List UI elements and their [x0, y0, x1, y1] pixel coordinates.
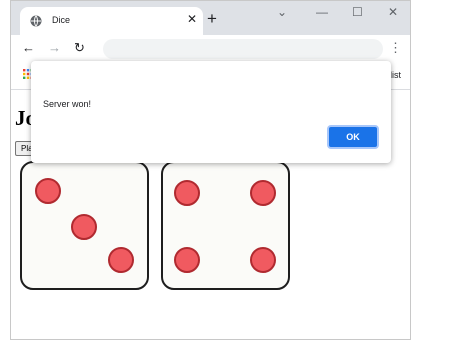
window-close-icon[interactable]: ✕ — [388, 5, 398, 19]
die-pip — [250, 247, 276, 273]
minimize-icon[interactable]: — — [316, 5, 328, 19]
tab-strip: Dice ✕ + ⌄ — ☐ ✕ — [11, 1, 410, 35]
back-icon[interactable]: ← — [22, 40, 35, 56]
chevron-down-icon[interactable]: ⌄ — [277, 5, 287, 19]
die-pip — [174, 180, 200, 206]
reload-icon[interactable]: ↻ — [74, 40, 85, 56]
ok-button[interactable]: OK — [327, 125, 379, 149]
die-pip — [250, 180, 276, 206]
alert-dialog: Server won! OK — [31, 61, 391, 163]
die-pip — [71, 214, 97, 240]
plus-icon[interactable]: + — [207, 10, 217, 27]
close-icon[interactable]: ✕ — [187, 12, 197, 26]
browser-toolbar: ← → ↻ ⋮ — [11, 35, 410, 63]
die-pip — [108, 247, 134, 273]
bookmarks-reading-list[interactable]: list — [390, 70, 401, 80]
dialog-message: Server won! — [43, 99, 92, 109]
address-bar[interactable] — [103, 39, 383, 59]
die-pip — [35, 178, 61, 204]
maximize-icon[interactable]: ☐ — [352, 5, 363, 19]
die-pip — [174, 247, 200, 273]
tab-title: Dice — [52, 15, 71, 25]
forward-icon[interactable]: → — [48, 40, 61, 56]
globe-icon — [30, 15, 42, 27]
die-2 — [161, 161, 290, 290]
kebab-menu-icon[interactable]: ⋮ — [389, 40, 402, 56]
browser-window: Dice ✕ + ⌄ — ☐ ✕ ← → ↻ ⋮ list Jo Pla — [10, 0, 411, 340]
die-1 — [20, 161, 149, 290]
tab-dice[interactable]: Dice ✕ — [20, 7, 203, 35]
